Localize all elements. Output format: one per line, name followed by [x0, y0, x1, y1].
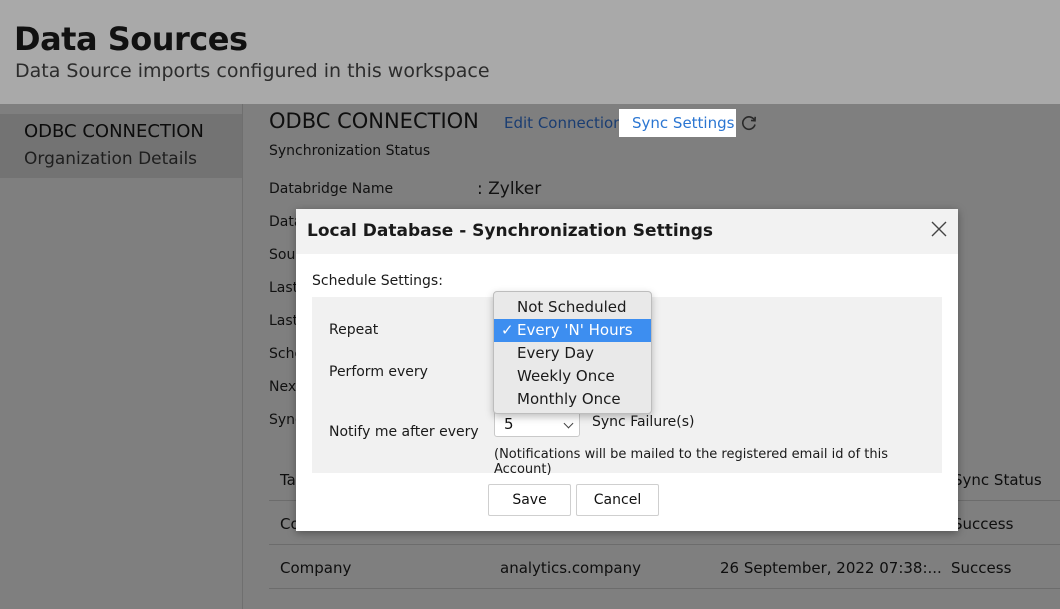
connection-title: ODBC CONNECTION	[269, 109, 479, 133]
schedule-settings-label: Schedule Settings:	[312, 273, 443, 289]
databridge-value: : Zylker	[477, 179, 542, 199]
option-label: Every 'N' Hours	[517, 321, 633, 339]
sync-settings-label: Sync Settings	[632, 114, 735, 132]
page-title: Data Sources	[14, 20, 248, 58]
perform-every-label: Perform every	[329, 364, 428, 380]
table-header-partial: Ta	[280, 471, 296, 489]
cancel-button[interactable]: Cancel	[576, 484, 659, 516]
dialog-header: Local Database - Synchronization Setting…	[296, 209, 958, 254]
repeat-dropdown-menu: Not Scheduled ✓ Every 'N' Hours Every Da…	[493, 291, 652, 414]
page-subtitle: Data Source imports configured in this w…	[15, 60, 490, 82]
notify-count-select[interactable]: 5	[494, 411, 580, 437]
repeat-label: Repeat	[329, 322, 379, 338]
sync-settings-tab[interactable]: Sync Settings	[619, 109, 736, 137]
option-label: Weekly Once	[517, 367, 615, 385]
check-icon: ✓	[501, 321, 514, 339]
sync-status-label: Synchronization Status	[269, 143, 431, 159]
notify-count-value: 5	[504, 415, 514, 433]
option-label: Monthly Once	[517, 390, 621, 408]
table-divider	[269, 588, 1060, 589]
dropdown-option-weekly-once[interactable]: Weekly Once	[494, 365, 651, 388]
databridge-label: Databridge Name	[269, 181, 394, 197]
save-button[interactable]: Save	[488, 484, 571, 516]
table-cell-name: Company	[280, 559, 352, 577]
dropdown-option-every-n-hours[interactable]: ✓ Every 'N' Hours	[494, 319, 651, 342]
table-cell-time: 26 September, 2022 07:38:...	[720, 559, 942, 577]
edit-connection-link[interactable]: Edit Connection	[504, 114, 623, 132]
dialog-title: Local Database - Synchronization Setting…	[307, 221, 714, 241]
table-header-sync-status: Sync Status	[953, 471, 1042, 489]
dropdown-option-monthly-once[interactable]: Monthly Once	[494, 388, 651, 411]
chevron-down-icon	[563, 418, 574, 429]
notify-label: Notify me after every	[329, 424, 479, 440]
table-cell-status: Success	[951, 559, 1012, 577]
close-icon[interactable]	[930, 220, 948, 238]
info-label-partial: Last	[269, 280, 299, 296]
sync-failures-label: Sync Failure(s)	[592, 414, 695, 430]
sidebar-item-subtitle: Organization Details	[24, 149, 198, 169]
dropdown-option-not-scheduled[interactable]: Not Scheduled	[494, 296, 651, 319]
page-header: Data Sources Data Source imports configu…	[0, 0, 1060, 104]
notification-note: (Notifications will be mailed to the reg…	[494, 447, 889, 477]
sidebar-item-odbc-connection[interactable]: ODBC CONNECTION Organization Details	[0, 114, 242, 178]
option-label: Not Scheduled	[517, 298, 627, 316]
table-cell-status: Success	[953, 515, 1014, 533]
option-label: Every Day	[517, 344, 595, 362]
table-cell-table: analytics.company	[500, 559, 641, 577]
sidebar-item-title: ODBC CONNECTION	[24, 121, 204, 142]
table-divider	[269, 544, 1060, 545]
sidebar: ODBC CONNECTION Organization Details	[0, 104, 243, 609]
refresh-icon[interactable]	[740, 114, 758, 132]
info-label-partial: Last	[269, 313, 299, 329]
dropdown-option-every-day[interactable]: Every Day	[494, 342, 651, 365]
